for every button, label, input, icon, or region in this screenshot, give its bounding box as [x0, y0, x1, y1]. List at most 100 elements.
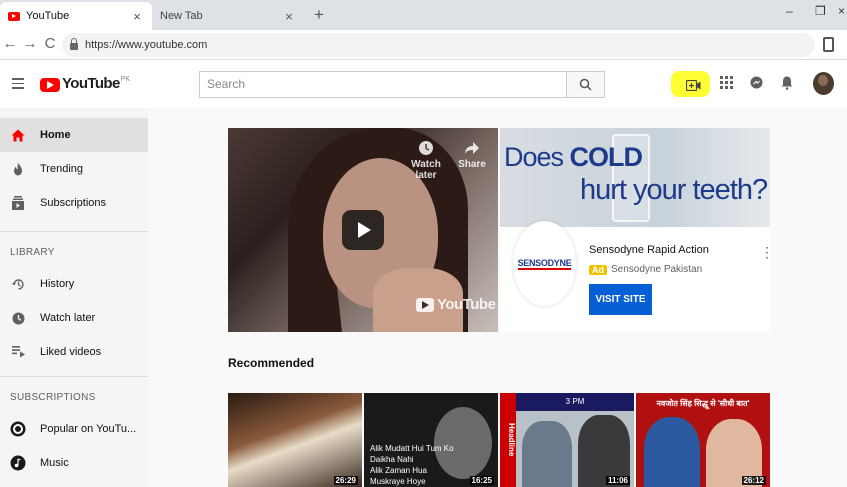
search-icon — [579, 78, 592, 91]
avatar[interactable] — [813, 72, 834, 95]
ad-headline-part: Does — [504, 142, 570, 172]
browser-toolbar: ← → C https://www.youtube.com — [0, 30, 847, 60]
youtube-play-logo-icon — [40, 78, 60, 92]
video-thumbnail[interactable]: Headline 3 PM 11:06 — [500, 393, 634, 487]
sidebar-item-label: History — [40, 278, 75, 290]
subscriptions-heading: SUBSCRIPTIONS — [10, 392, 96, 403]
sidebar-item-popular-channel[interactable]: Popular on YouTu... — [0, 412, 148, 446]
clock-icon — [419, 141, 433, 155]
video-thumbnail[interactable]: नवजोत सिंह सिद्धू से 'सीधी बात' 26:12 — [636, 393, 770, 487]
sidebar-divider — [0, 231, 148, 232]
country-code: PK — [120, 76, 131, 83]
sidebar-item-liked-videos[interactable]: Liked videos — [0, 335, 148, 369]
thumbnail-time-label: 3 PM — [516, 393, 634, 411]
watermark-text: YouTube — [437, 296, 496, 313]
forward-button[interactable]: → — [22, 35, 38, 52]
advertiser-logo[interactable]: SENSODYNE — [513, 221, 576, 306]
sidebar-item-label: Trending — [40, 163, 84, 175]
messages-icon[interactable] — [750, 76, 763, 94]
logo-text: YouTube — [62, 75, 120, 92]
thumbnail-person — [644, 417, 700, 487]
popular-channel-icon — [10, 421, 26, 437]
youtube-masthead: YouTube PK Search — [0, 60, 847, 108]
clock-icon — [10, 312, 26, 325]
url-text: https://www.youtube.com — [85, 39, 208, 51]
browser-tabstrip: YouTube × New Tab × + – ❐ × — [0, 0, 847, 30]
home-icon — [10, 129, 26, 142]
visit-site-button[interactable]: VISIT SITE — [589, 284, 652, 315]
liked-videos-icon — [10, 346, 26, 358]
share-button[interactable]: Share — [447, 140, 497, 170]
menu-icon[interactable] — [12, 78, 24, 92]
sidebar-item-label: Home — [40, 129, 71, 141]
section-heading-recommended: Recommended — [228, 356, 315, 370]
minimize-button[interactable]: – — [786, 4, 793, 18]
sidebar-item-label: Subscriptions — [40, 197, 107, 209]
youtube-favicon-icon — [8, 11, 20, 21]
video-thumbnail[interactable]: 26:29 — [228, 393, 362, 487]
lock-icon — [70, 38, 78, 50]
back-button[interactable]: ← — [2, 35, 18, 52]
notifications-icon[interactable] — [781, 76, 793, 95]
youtube-play-logo-icon — [416, 297, 434, 312]
close-window-button[interactable]: × — [838, 4, 845, 18]
new-tab-button[interactable]: + — [310, 5, 328, 25]
tab-youtube[interactable]: YouTube × — [0, 2, 152, 30]
sidebar-item-label: Popular on YouTu... — [40, 423, 137, 435]
tab-close-icon[interactable]: × — [130, 9, 144, 24]
video-duration: 16:25 — [469, 476, 494, 485]
thumbnail-person — [522, 421, 572, 487]
share-icon — [465, 142, 479, 154]
ad-headline-emphasis: COLD — [569, 142, 643, 172]
sidebar-item-label: Liked videos — [40, 346, 102, 358]
video-duration: 11:06 — [605, 476, 630, 485]
sidebar-item-trending[interactable]: Trending — [0, 152, 148, 186]
sidebar-item-music[interactable]: Music — [0, 446, 148, 480]
sidebar-item-label: Music — [40, 457, 69, 469]
tab-title: New Tab — [160, 10, 203, 22]
sidebar-item-subscriptions[interactable]: Subscriptions — [0, 186, 148, 220]
play-button[interactable] — [342, 210, 384, 250]
youtube-watermark[interactable]: YouTube — [416, 296, 496, 313]
reload-button[interactable]: C — [42, 35, 58, 52]
search-button[interactable] — [566, 71, 605, 98]
share-label: Share — [458, 159, 486, 170]
watch-later-label: Watch later — [411, 159, 441, 181]
history-icon — [10, 278, 26, 291]
tab-close-icon[interactable]: × — [282, 9, 296, 24]
library-heading: LIBRARY — [10, 247, 55, 258]
extension-icon[interactable] — [823, 37, 834, 52]
create-video-icon[interactable] — [685, 78, 701, 96]
ad-banner[interactable]: Does COLD hurt your teeth? — [500, 128, 770, 227]
thumbnail-caption-line: Alik Zaman Hua Muskraye Hoye — [370, 466, 427, 486]
tab-title: YouTube — [26, 10, 70, 22]
sidebar-item-home[interactable]: Home — [0, 118, 148, 152]
music-channel-icon — [10, 455, 26, 471]
sidebar-item-history[interactable]: History — [0, 267, 148, 301]
sidebar-item-watch-later[interactable]: Watch later — [0, 301, 148, 335]
advertiser-name: Sensodyne Pakistan — [611, 264, 703, 275]
video-thumbnail[interactable]: Alik Mudatt Hui Tum Ko Daikha Nahi Alik … — [364, 393, 498, 487]
search-input[interactable]: Search — [199, 71, 566, 98]
watch-later-button[interactable]: Watch later — [401, 140, 451, 181]
ad-meta: Ad Sensodyne Pakistan — [589, 264, 702, 275]
tab-new-tab[interactable]: New Tab × — [152, 2, 304, 30]
apps-icon[interactable] — [720, 76, 733, 94]
ad-headline-line2: hurt your teeth? — [580, 174, 768, 206]
sidebar-item-label: Watch later — [40, 312, 96, 324]
featured-video-player[interactable]: Watch later Share YouTube — [228, 128, 498, 332]
subscriptions-icon — [10, 196, 26, 210]
ad-title[interactable]: Sensodyne Rapid Action — [589, 244, 709, 256]
ad-badge: Ad — [589, 264, 607, 275]
thumbnail-caption: नवजोत सिंह सिद्धू से 'सीधी बात' — [656, 399, 750, 408]
sidebar: Home Trending Subscriptions LIBRARY Hist… — [0, 108, 148, 487]
video-duration: 26:29 — [333, 476, 358, 485]
sidebar-divider — [0, 376, 148, 377]
address-bar[interactable]: https://www.youtube.com — [62, 33, 815, 57]
youtube-logo[interactable]: YouTube PK — [40, 75, 130, 92]
restore-button[interactable]: ❐ — [815, 4, 826, 18]
more-options-icon[interactable]: ⋮ — [760, 244, 774, 261]
thumbnail-caption: Alik Mudatt Hui Tum Ko Daikha Nahi Alik … — [370, 443, 460, 487]
thumbnail-caption-line: Alik Mudatt Hui Tum Ko Daikha Nahi — [370, 444, 454, 464]
video-duration: 26:12 — [741, 476, 766, 485]
